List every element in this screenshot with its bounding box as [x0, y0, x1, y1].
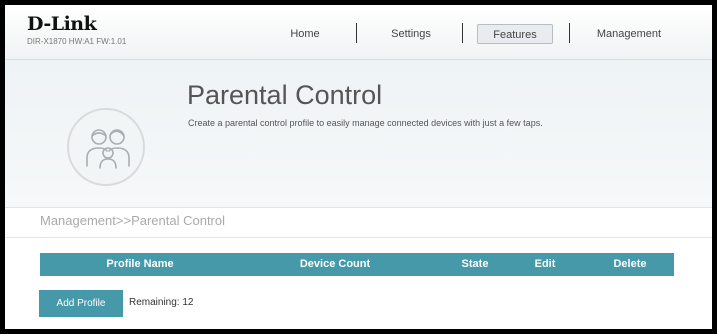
column-profile-name: Profile Name — [106, 258, 174, 270]
top-header: D-Link DIR-X1870 HW:A1 FW:1.01 Home Sett… — [5, 5, 712, 60]
router-admin-page: D-Link DIR-X1870 HW:A1 FW:1.01 Home Sett… — [5, 5, 712, 329]
add-profile-button[interactable]: Add Profile — [39, 290, 123, 317]
remaining-count: 12 — [182, 297, 194, 308]
column-delete: Delete — [613, 258, 647, 270]
nav-home[interactable]: Home — [275, 24, 335, 44]
column-device-count: Device Count — [299, 258, 371, 270]
page-description: Create a parental control profile to eas… — [188, 118, 543, 128]
column-state: State — [461, 258, 489, 270]
nav-features[interactable]: Features — [477, 24, 553, 44]
breadcrumb: Management>>Parental Control — [40, 213, 226, 228]
nav-settings[interactable]: Settings — [380, 24, 442, 44]
remaining-profiles: Remaining: 12 — [129, 297, 194, 308]
page-title: Parental Control — [187, 80, 383, 110]
nav-divider — [569, 23, 570, 43]
nav-divider — [356, 23, 357, 43]
nav-divider — [462, 23, 463, 43]
column-edit: Edit — [534, 258, 556, 270]
profile-table-header: Profile Name Device Count State Edit Del… — [40, 253, 674, 276]
nav-management[interactable]: Management — [585, 24, 673, 44]
page-banner: Parental Control Create a parental contr… — [5, 60, 712, 208]
remaining-label: Remaining: — [129, 297, 180, 308]
family-icon — [67, 108, 145, 186]
breadcrumb-divider — [5, 237, 712, 238]
main-nav: Home Settings Features Management — [5, 5, 712, 59]
